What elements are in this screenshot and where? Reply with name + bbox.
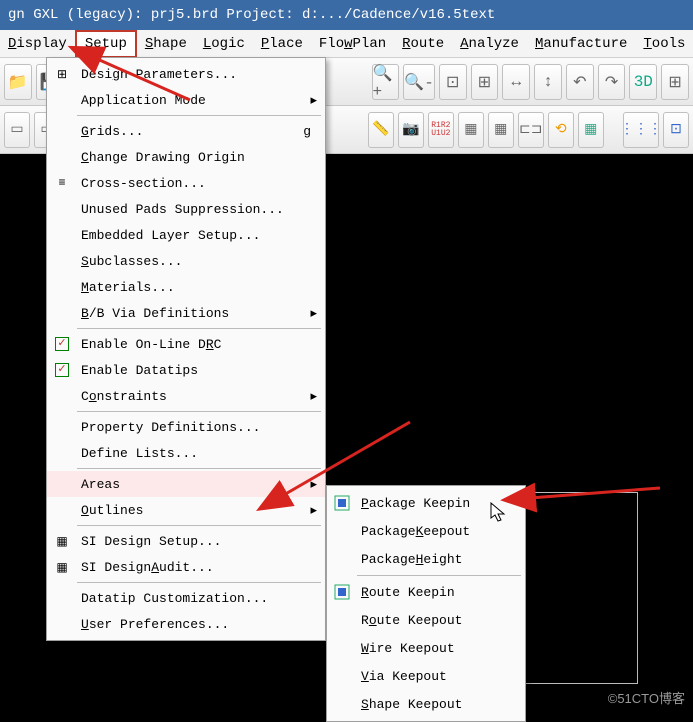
submenu-item[interactable]: Via Keepout [327, 662, 525, 690]
submenu-arrow-icon: ▸ [310, 306, 317, 321]
toolbar-button[interactable]: 🔍- [403, 64, 435, 100]
toolbar-button[interactable]: ⊞ [661, 64, 689, 100]
keepin-icon [333, 583, 351, 601]
checkmark-icon: ✓ [55, 363, 69, 377]
toolbar-button[interactable]: 📁 [4, 64, 32, 100]
submenu-arrow-icon: ▸ [310, 389, 317, 404]
menu-manufacture[interactable]: Manufacture [527, 32, 635, 56]
title-bar: gn GXL (legacy): prj5.brd Project: d:...… [0, 0, 693, 30]
menu-bar: DisplaySetupShapeLogicPlaceFlowPlanRoute… [0, 30, 693, 58]
submenu-item[interactable]: Route Keepin [327, 578, 525, 606]
setup-menu: Design Parameters...⊞Application Mode▸ Gr… [46, 57, 326, 641]
toolbar-button[interactable]: ↶ [566, 64, 594, 100]
toolbar-button[interactable]: ⊏⊐ [518, 112, 544, 148]
≡-icon: ≡ [53, 174, 71, 192]
menu-item[interactable]: Enable Datatips✓ [47, 357, 325, 383]
toolbar-button[interactable]: ▭ [4, 112, 30, 148]
toolbar-button[interactable]: ▦ [578, 112, 604, 148]
menu-place[interactable]: Place [253, 32, 311, 56]
menu-item[interactable]: Embedded Layer Setup... [47, 222, 325, 248]
toolbar-button[interactable]: ↕ [534, 64, 562, 100]
▦-icon: ▦ [53, 558, 71, 576]
menu-tools[interactable]: Tools [635, 32, 693, 56]
menu-item[interactable]: Materials... [47, 274, 325, 300]
title-text: gn GXL (legacy): prj5.brd Project: d:...… [8, 7, 495, 23]
▦-icon: ▦ [53, 532, 71, 550]
toolbar-button[interactable]: ↔ [502, 64, 530, 100]
menu-logic[interactable]: Logic [195, 32, 253, 56]
shortcut-label: g [303, 124, 311, 139]
cursor-icon [490, 502, 510, 531]
menu-flowplan[interactable]: FlowPlan [311, 32, 394, 56]
⊞-icon: ⊞ [53, 65, 71, 83]
toolbar-button[interactable]: 3D [629, 64, 657, 100]
toolbar-button[interactable]: 📷 [398, 112, 424, 148]
watermark: ©51CTO博客 [608, 688, 685, 707]
keepin-icon [333, 494, 351, 512]
menu-setup[interactable]: Setup [75, 30, 137, 58]
toolbar-button[interactable]: ⊡ [663, 112, 689, 148]
menu-item[interactable]: Datatip Customization... [47, 585, 325, 611]
submenu-item[interactable]: Wire Keepout [327, 634, 525, 662]
menu-item[interactable]: Unused Pads Suppression... [47, 196, 325, 222]
menu-item[interactable]: Subclasses... [47, 248, 325, 274]
menu-shape[interactable]: Shape [137, 32, 195, 56]
toolbar-button[interactable]: ▦ [488, 112, 514, 148]
submenu-arrow-icon: ▸ [310, 93, 317, 108]
submenu-item[interactable]: Route Keepout [327, 606, 525, 634]
toolbar-button[interactable]: 📏 [368, 112, 394, 148]
menu-item[interactable]: Enable On-Line DRC✓ [47, 331, 325, 357]
menu-item[interactable]: Design Parameters...⊞ [47, 61, 325, 87]
menu-display[interactable]: Display [0, 32, 75, 56]
checkmark-icon: ✓ [55, 337, 69, 351]
toolbar-button[interactable]: ⋮⋮⋮ [623, 112, 659, 148]
menu-route[interactable]: Route [394, 32, 452, 56]
menu-item[interactable]: Cross-section...≡ [47, 170, 325, 196]
menu-item[interactable]: Application Mode▸ [47, 87, 325, 113]
menu-item[interactable]: Define Lists... [47, 440, 325, 466]
menu-item[interactable]: SI Design Audit...▦ [47, 554, 325, 580]
menu-item[interactable]: Property Definitions... [47, 414, 325, 440]
toolbar-button[interactable]: ⊡ [439, 64, 467, 100]
toolbar-button[interactable]: ▦ [458, 112, 484, 148]
submenu-arrow-icon: ▸ [310, 503, 317, 518]
menu-item[interactable]: Constraints▸ [47, 383, 325, 409]
submenu-item[interactable]: Shape Keepout [327, 690, 525, 718]
toolbar-button[interactable]: ⟲ [548, 112, 574, 148]
toolbar-button[interactable]: ↷ [598, 64, 626, 100]
toolbar-button[interactable]: R1R2U1U2 [428, 112, 454, 148]
toolbar-button[interactable]: ⊞ [471, 64, 499, 100]
menu-item[interactable]: Areas▸ [47, 471, 325, 497]
toolbar-button[interactable]: 🔍+ [372, 64, 400, 100]
submenu-item[interactable]: Package Height [327, 545, 525, 573]
menu-analyze[interactable]: Analyze [452, 32, 527, 56]
menu-item[interactable]: Change Drawing Origin [47, 144, 325, 170]
menu-item[interactable]: User Preferences... [47, 611, 325, 637]
menu-item[interactable]: Grids...g [47, 118, 325, 144]
menu-item[interactable]: B/B Via Definitions▸ [47, 300, 325, 326]
submenu-arrow-icon: ▸ [310, 477, 317, 492]
menu-item[interactable]: Outlines▸ [47, 497, 325, 523]
menu-item[interactable]: SI Design Setup...▦ [47, 528, 325, 554]
